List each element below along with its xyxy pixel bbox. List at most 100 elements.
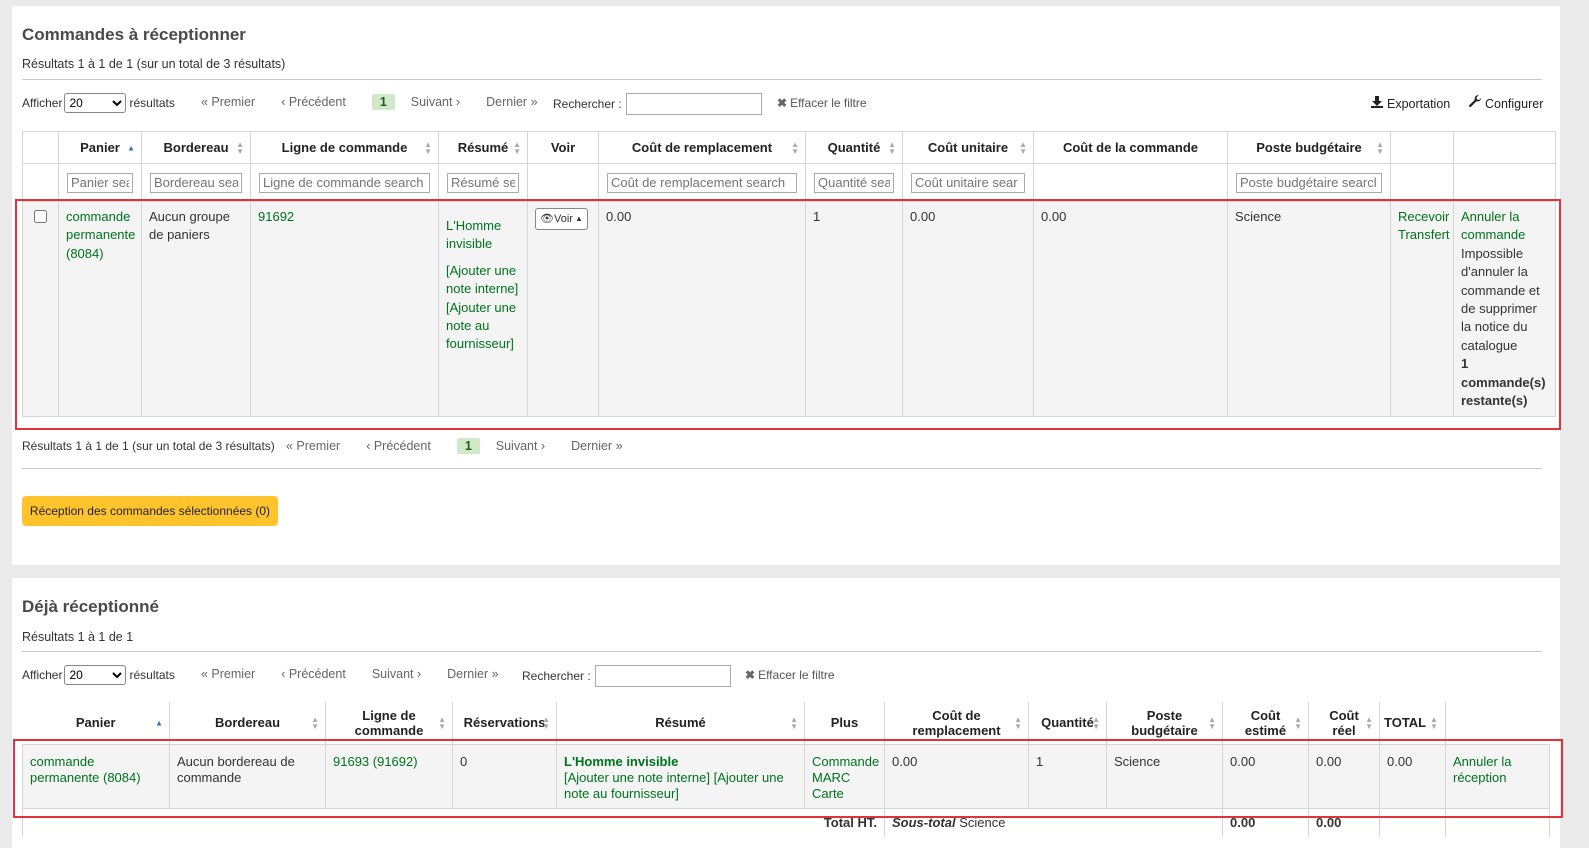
col-ligne-commande[interactable]: Ligne de commande ▲ ▼ <box>325 702 453 745</box>
filter-resume[interactable] <box>447 172 519 193</box>
filter-bordereau[interactable] <box>150 172 242 193</box>
search-input[interactable] <box>625 93 762 115</box>
pager-last[interactable]: Dernier » <box>571 439 622 453</box>
unit-cost: 0.00 <box>902 200 1034 418</box>
show-suffix: résultats <box>129 96 175 110</box>
pager-first[interactable]: « Premier <box>286 439 340 453</box>
received-panel: Déjà réceptionné Résultats 1 à 1 de 1 Af… <box>12 578 1560 848</box>
add-internal-note-link[interactable]: [Ajouter une note interne] <box>446 263 518 296</box>
filter-cout-unitaire[interactable] <box>911 172 1025 193</box>
col-cout-unitaire[interactable]: Coût unitaire ▲ ▼ <box>902 131 1034 164</box>
pager-next[interactable]: Suivant › <box>496 439 545 453</box>
export-button[interactable]: Exportation <box>1370 95 1450 112</box>
divider <box>22 468 1542 469</box>
title-link[interactable]: L'Homme invisible <box>446 218 501 251</box>
receive-link[interactable]: Recevoir <box>1398 209 1449 224</box>
pager-first[interactable]: « Premier <box>201 667 255 681</box>
page-length-control: Afficher 20 résultats <box>22 665 175 685</box>
col-reservations[interactable]: Réservations ▲ ▼ <box>452 702 557 745</box>
col-total[interactable]: TOTAL ▲ ▼ <box>1379 702 1446 745</box>
voir-dropdown-button[interactable]: 👁 Voir ▲ <box>535 208 588 231</box>
subtotal-actual: 0.00 <box>1308 807 1380 837</box>
basket-link[interactable]: commande permanente (8084) <box>30 754 141 785</box>
row-checkbox[interactable] <box>34 210 47 223</box>
clear-filter-button[interactable]: ✖ Effacer le filtre <box>777 96 867 110</box>
filter-poste-budgetaire[interactable] <box>1236 172 1382 193</box>
basket-link[interactable]: commande permanente (8084) <box>66 209 135 261</box>
order-line-link[interactable]: 91692 <box>258 209 294 224</box>
basket-group: Aucun groupe de paniers <box>141 200 251 418</box>
col-bordereau[interactable]: Bordereau ▲ ▼ <box>169 702 326 745</box>
pager-last[interactable]: Dernier » <box>486 95 537 109</box>
table-row: commande permanente (8084) Aucun groupe de … <box>22 200 1556 418</box>
pagination-top: « Premier ‹ Précédent 1 Suivant › Dernie… <box>201 94 564 110</box>
col-cout-remplacement[interactable]: Coût de remplacement ▲ ▼ <box>598 131 806 164</box>
quantity: 1 <box>805 200 903 418</box>
pending-orders-table: Panier ▲ Bordereau ▲ ▼ Ligne de commande ▲ ▼ … <box>22 131 1556 418</box>
add-vendor-note-link[interactable]: [Ajouter une note au fournisseur] <box>446 300 516 352</box>
page-length-select[interactable]: 20 <box>64 665 127 685</box>
pager-prev[interactable]: ‹ Précédent <box>366 439 431 453</box>
col-quantite[interactable]: Quantité ▲ ▼ <box>805 131 903 164</box>
pager-current[interactable]: 1 <box>456 438 480 454</box>
pager-next[interactable]: Suivant › <box>411 95 460 109</box>
cancel-receipt-link[interactable]: Annuler la réception <box>1453 754 1512 785</box>
sort-icon: ▲ ▼ <box>791 139 799 156</box>
divider <box>22 79 1542 80</box>
pager-first[interactable]: « Premier <box>201 95 255 109</box>
search-input[interactable] <box>594 665 731 687</box>
pager-prev[interactable]: ‹ Précédent <box>281 95 346 109</box>
receive-selected-button[interactable]: Réception des commandes sélectionnées (0… <box>22 496 278 526</box>
filter-panier[interactable] <box>67 172 133 193</box>
col-poste-budgetaire[interactable]: Poste budgétaire ▲ ▼ <box>1227 131 1391 164</box>
col-resume[interactable]: Résumé ▲ ▼ <box>438 131 528 164</box>
page-length-control: Afficher 20 résultats <box>22 93 175 113</box>
cancel-order-link[interactable]: Annuler la commande <box>1461 209 1525 242</box>
order-line-link[interactable]: 91693 (91692) <box>333 754 418 769</box>
col-bordereau[interactable]: Bordereau ▲ ▼ <box>141 131 251 164</box>
col-cout-reel[interactable]: Coût réel ▲ ▼ <box>1308 702 1380 745</box>
order-link[interactable]: Commande <box>812 754 879 769</box>
pager-prev[interactable]: ‹ Précédent <box>281 667 346 681</box>
replacement-cost: 0.00 <box>598 200 806 418</box>
marc-link[interactable]: MARC <box>812 770 850 785</box>
filter-quantite[interactable] <box>814 172 894 193</box>
sort-icon: ▲ ▼ <box>1376 139 1384 156</box>
title-link[interactable]: L'Homme invisible <box>564 754 678 769</box>
col-ligne-commande[interactable]: Ligne de commande ▲ ▼ <box>250 131 439 164</box>
page-length-select[interactable]: 20 <box>64 93 127 113</box>
sort-icon: ▲ ▼ <box>236 139 244 156</box>
pager-current[interactable]: 1 <box>371 94 395 110</box>
clear-filter-button[interactable]: ✖ Effacer le filtre <box>745 668 835 682</box>
filter-cout-remplacement[interactable] <box>607 172 797 193</box>
close-icon: ✖ <box>745 668 756 682</box>
card-link[interactable]: Carte <box>812 786 844 801</box>
pager-last[interactable]: Dernier » <box>447 667 498 681</box>
show-suffix: résultats <box>129 668 175 682</box>
transfer-link[interactable]: Transfert <box>1398 227 1450 242</box>
col-cancel <box>1453 131 1556 164</box>
configure-button[interactable]: Configurer <box>1468 95 1543 112</box>
col-cout-remplacement[interactable]: Coût de remplacement ▲ ▼ <box>884 702 1029 745</box>
actual-cost: 0.00 <box>1308 743 1380 809</box>
sort-icon: ▲ ▼ <box>790 714 798 731</box>
pagination-top: « Premier ‹ Précédent Suivant › Dernier … <box>201 667 525 681</box>
quantity: 1 <box>1028 743 1107 809</box>
filter-ligne-commande[interactable] <box>259 172 430 193</box>
caret-up-icon: ▲ <box>574 214 583 223</box>
col-quantite[interactable]: Quantité ▲ ▼ <box>1028 702 1107 745</box>
sort-icon: ▲ ▼ <box>888 139 896 156</box>
show-label: Afficher <box>22 96 63 110</box>
search-label: Rechercher : <box>522 669 591 683</box>
col-resume[interactable]: Résumé ▲ ▼ <box>556 702 805 745</box>
col-panier[interactable]: Panier ▲ <box>58 131 142 164</box>
sort-icon: ▲ ▼ <box>1365 714 1373 731</box>
search-control: Rechercher : <box>522 665 731 687</box>
col-panier[interactable]: Panier ▲ <box>22 702 170 745</box>
col-poste-budgetaire[interactable]: Poste budgétaire ▲ ▼ <box>1106 702 1223 745</box>
search-label: Rechercher : <box>553 97 622 111</box>
pager-next[interactable]: Suivant › <box>372 667 421 681</box>
col-cout-estime[interactable]: Coût estimé ▲ ▼ <box>1222 702 1309 745</box>
sort-icon: ▲ ▼ <box>1294 714 1302 731</box>
add-notes-links[interactable]: [Ajouter une note interne] [Ajouter une n… <box>564 770 784 801</box>
